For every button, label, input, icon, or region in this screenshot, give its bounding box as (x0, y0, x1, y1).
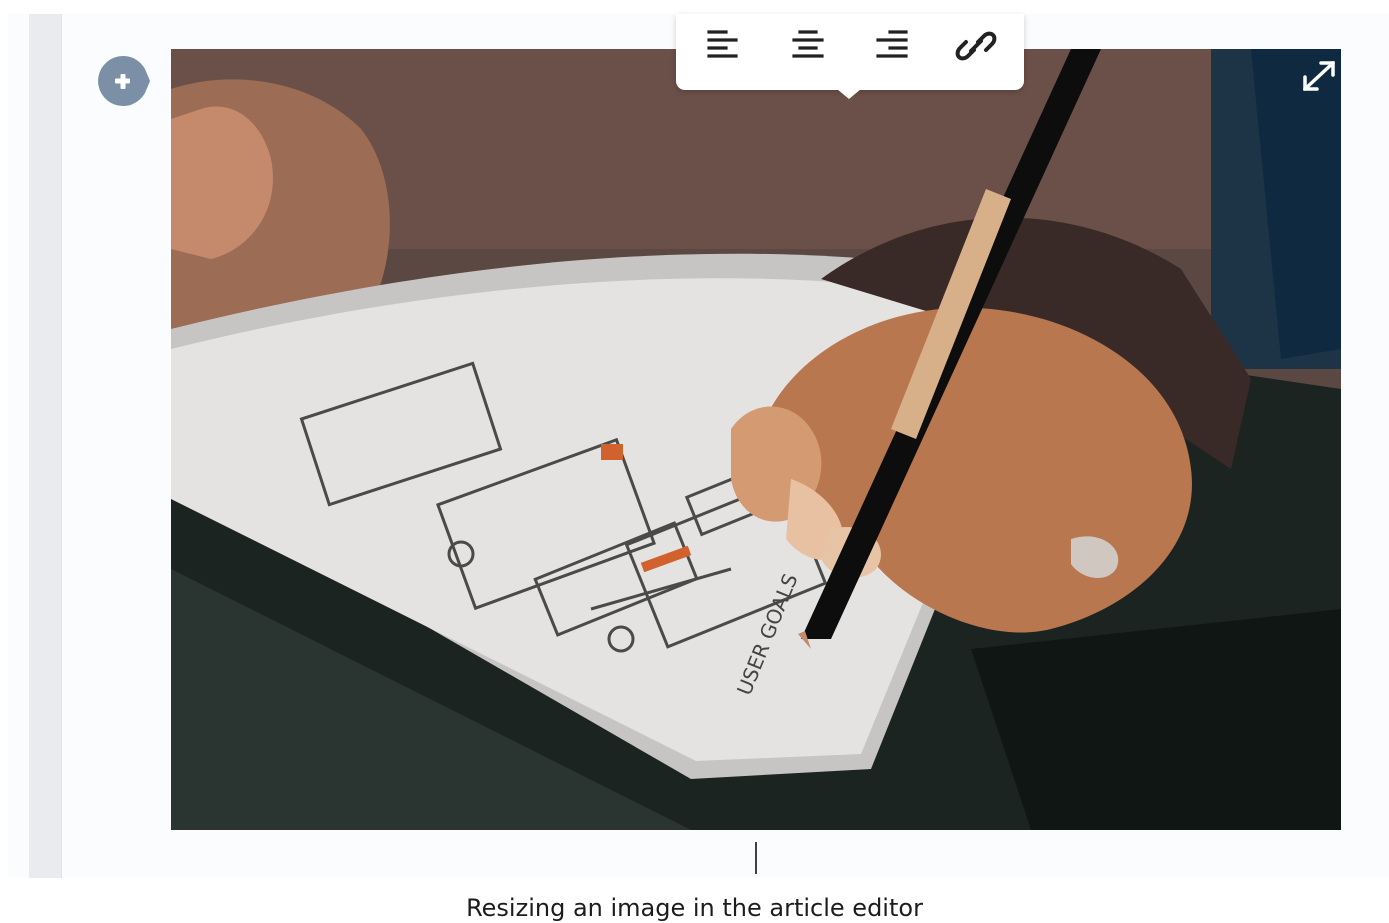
text-cursor (755, 842, 757, 874)
align-right-button[interactable] (870, 24, 914, 68)
align-center-icon (792, 30, 824, 58)
link-icon (955, 31, 997, 61)
align-center-button[interactable] (786, 24, 830, 68)
add-block-button[interactable] (98, 56, 150, 106)
link-button[interactable] (954, 24, 998, 68)
align-left-icon (707, 30, 738, 58)
image-caption[interactable]: Resizing an image in the article editor (0, 893, 1389, 923)
align-right-icon (876, 30, 908, 58)
plus-circle-icon (98, 56, 150, 106)
image-align-toolbar (676, 14, 1024, 90)
hand-sketching-wireframes-photo: USER GOALS (171, 49, 1341, 830)
expand-arrows-icon[interactable] (1299, 57, 1339, 95)
editor-left-rail (29, 14, 62, 878)
toolbar-pointer (837, 89, 861, 99)
align-left-button[interactable] (702, 24, 746, 68)
article-image[interactable]: USER GOALS (171, 49, 1341, 830)
